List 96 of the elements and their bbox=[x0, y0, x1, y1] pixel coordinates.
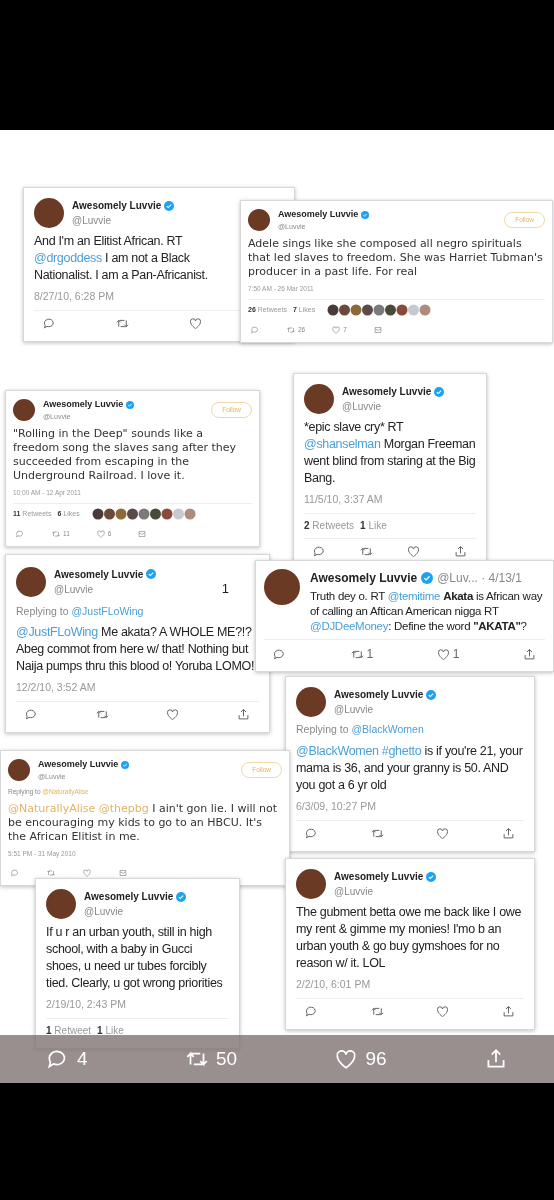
avatar bbox=[296, 687, 326, 717]
verified-badge-icon bbox=[164, 200, 175, 211]
user-handle[interactable]: @Luvvie bbox=[342, 399, 445, 414]
action-count: 1 bbox=[452, 646, 460, 663]
heart-icon[interactable] bbox=[435, 825, 451, 841]
replying-to-text: Replying to @JustFLoWing bbox=[16, 603, 144, 619]
share-icon[interactable] bbox=[500, 1003, 516, 1019]
avatar bbox=[46, 889, 76, 919]
avatar bbox=[296, 869, 326, 899]
mention-link[interactable]: @temitime bbox=[387, 590, 441, 602]
tweet-text: The gubment betta owe me back like I owe my rent & gimme my monies! I'mo b an urban youth & go buy gymshoes for no reason w/ it. LOL bbox=[296, 904, 523, 972]
user-handle[interactable]: @Luvvie bbox=[334, 702, 437, 717]
heart-icon[interactable] bbox=[406, 543, 421, 559]
action-count: 4 bbox=[77, 1046, 88, 1071]
heart-icon[interactable] bbox=[165, 707, 181, 722]
avatar bbox=[304, 384, 334, 414]
retweet-icon[interactable] bbox=[51, 528, 61, 539]
mention-link[interactable]: @JustFLoWing bbox=[16, 625, 98, 640]
verified-badge-icon bbox=[421, 572, 434, 584]
avatar bbox=[8, 759, 30, 781]
mention-link[interactable]: @thepbg bbox=[98, 801, 149, 815]
share-icon[interactable] bbox=[453, 543, 468, 559]
avatar bbox=[34, 198, 64, 228]
tweet-text: If u r an urban youth, still in high school, with a baby in Gucci shoes, u need ur tubes forcibly tied. Clearly, u got wrong priorities bbox=[46, 924, 224, 992]
retweet-icon[interactable] bbox=[46, 867, 56, 878]
verified-badge-icon bbox=[126, 400, 135, 409]
number-label: 1 bbox=[221, 580, 229, 598]
user-name[interactable]: Awesomely Luvvie bbox=[72, 198, 162, 213]
tweet-timestamp: 6/3/09, 10:27 PM bbox=[296, 798, 376, 814]
user-name[interactable]: Awesomely Luvvie bbox=[278, 208, 359, 222]
user-handle[interactable]: @Luvvie bbox=[54, 581, 157, 597]
user-name[interactable]: Awesomely Luvvie bbox=[38, 758, 119, 772]
share-icon[interactable] bbox=[521, 646, 537, 662]
action-count: 50 bbox=[215, 1046, 238, 1071]
user-name[interactable]: Awesomely Luvvie bbox=[342, 384, 432, 399]
envelope-icon[interactable] bbox=[372, 324, 383, 335]
user-name[interactable]: Awesomely Luvvie bbox=[334, 869, 424, 884]
envelope-icon[interactable] bbox=[118, 867, 128, 878]
tweet-timestamp: 12/2/10, 3:52 AM bbox=[16, 680, 96, 696]
reply-icon[interactable] bbox=[250, 324, 260, 335]
mention-link[interactable]: @shanselman bbox=[304, 437, 381, 451]
share-icon[interactable] bbox=[500, 825, 516, 841]
mention-link[interactable]: @BlackWomen bbox=[351, 723, 424, 735]
tweet-text: @NaturallyAlise @thepbg I ain't gon lie. I will not be encouraging my kids to go to an HBCU. It's the African Elitist in me. bbox=[8, 801, 279, 844]
tweet-timestamp: 2/2/10, 6:01 PM bbox=[296, 977, 371, 992]
heart-icon[interactable] bbox=[188, 315, 203, 331]
avatar bbox=[16, 566, 46, 597]
tweet-timestamp: 8/27/10, 6:28 PM bbox=[34, 289, 114, 304]
tweet-text: *epic slave cry* RT @shanselman Morgan Freeman went blind from staring at the Big Bang. bbox=[304, 419, 476, 487]
reply-icon[interactable] bbox=[15, 528, 25, 539]
engagement-count: 2 Retweets bbox=[304, 518, 355, 533]
avatar bbox=[264, 569, 300, 605]
engagement-count: 1 Like bbox=[360, 518, 387, 533]
tweet-text: And I'm an Elitist African. RT @drgoddess I am not a Black Nationalist. I am a Pan-Africanist. bbox=[34, 233, 209, 284]
user-name[interactable]: Awesomely Luvvie bbox=[84, 889, 174, 904]
user-handle[interactable]: @Luv... · 4/13/1 bbox=[437, 569, 522, 587]
envelope-icon[interactable] bbox=[137, 528, 148, 539]
user-name[interactable]: Awesomely Luvvie bbox=[43, 398, 124, 412]
action-count: 1 bbox=[366, 646, 374, 663]
verified-badge-icon bbox=[146, 569, 157, 580]
tweet-text: @BlackWomen #ghetto is if you're 21, your mama is 36, and your granny is 50. AND you got a 6 yr old bbox=[296, 742, 524, 794]
engagement-count: 1 Retweet bbox=[46, 1023, 92, 1038]
user-name[interactable]: Awesomely Luvvie bbox=[334, 687, 424, 702]
verified-badge-icon bbox=[434, 386, 445, 397]
mention-link[interactable]: @NaturallyAlise bbox=[8, 801, 96, 815]
action-count: 96 bbox=[365, 1046, 387, 1071]
tweet-timestamp: 2/19/10, 2:43 PM bbox=[46, 997, 126, 1012]
tweet-text: Truth dey o. RT @temitime Akata is African way of calling an Aftican American nigga RT @DJDeeMoney: Define the word "AKATA"? bbox=[310, 589, 544, 634]
verified-badge-icon bbox=[121, 760, 130, 769]
tweet-text: @JustFLoWing Me akata? A WHOLE ME?!? Abeg commot from here w/ that! Nothing but Naija pumps thru this blood o! Yoruba LOMO! bbox=[16, 624, 256, 676]
heart-icon[interactable] bbox=[435, 646, 451, 662]
share-icon[interactable] bbox=[235, 707, 251, 722]
user-name[interactable]: Awesomely Luvvie bbox=[310, 569, 418, 587]
engagement-count: 1 Like bbox=[97, 1023, 124, 1038]
mention-link[interactable]: @drgoddess bbox=[34, 251, 102, 265]
mention-link[interactable]: @BlackWomen bbox=[296, 743, 379, 758]
verified-badge-icon bbox=[361, 210, 370, 219]
verified-badge-icon bbox=[176, 891, 187, 902]
user-name[interactable]: Awesomely Luvvie bbox=[54, 566, 144, 582]
verified-badge-icon bbox=[426, 871, 437, 882]
user-handle[interactable]: @Luvvie bbox=[334, 884, 437, 899]
tweet-timestamp: 11/5/10, 3:37 AM bbox=[304, 492, 383, 507]
replying-to-text: Replying to @BlackWomen bbox=[296, 722, 424, 737]
user-handle[interactable]: @Luvvie bbox=[84, 904, 187, 919]
tweet-text: Adele sings like she composed all negro spirituals that led slaves to freedom. She was Harriet Tubman's producer in a past life. For real bbox=[248, 237, 544, 279]
reply-icon[interactable] bbox=[24, 707, 39, 722]
avatar bbox=[248, 209, 270, 231]
tweet-text: "Rolling in the Deep" sounds like a freedom song the slaves sang after they succeeded from escaping in the Underground Railroad. I love it. bbox=[13, 427, 238, 483]
retweet-icon[interactable] bbox=[286, 324, 296, 335]
mention-link[interactable]: @JustFLoWing bbox=[71, 604, 144, 617]
mention-link[interactable]: #ghetto bbox=[381, 743, 422, 758]
heart-icon[interactable] bbox=[435, 1003, 451, 1019]
user-handle[interactable]: @Luvvie bbox=[72, 213, 175, 228]
verified-badge-icon bbox=[426, 689, 437, 700]
reply-icon[interactable] bbox=[10, 867, 20, 878]
avatar bbox=[13, 399, 35, 421]
